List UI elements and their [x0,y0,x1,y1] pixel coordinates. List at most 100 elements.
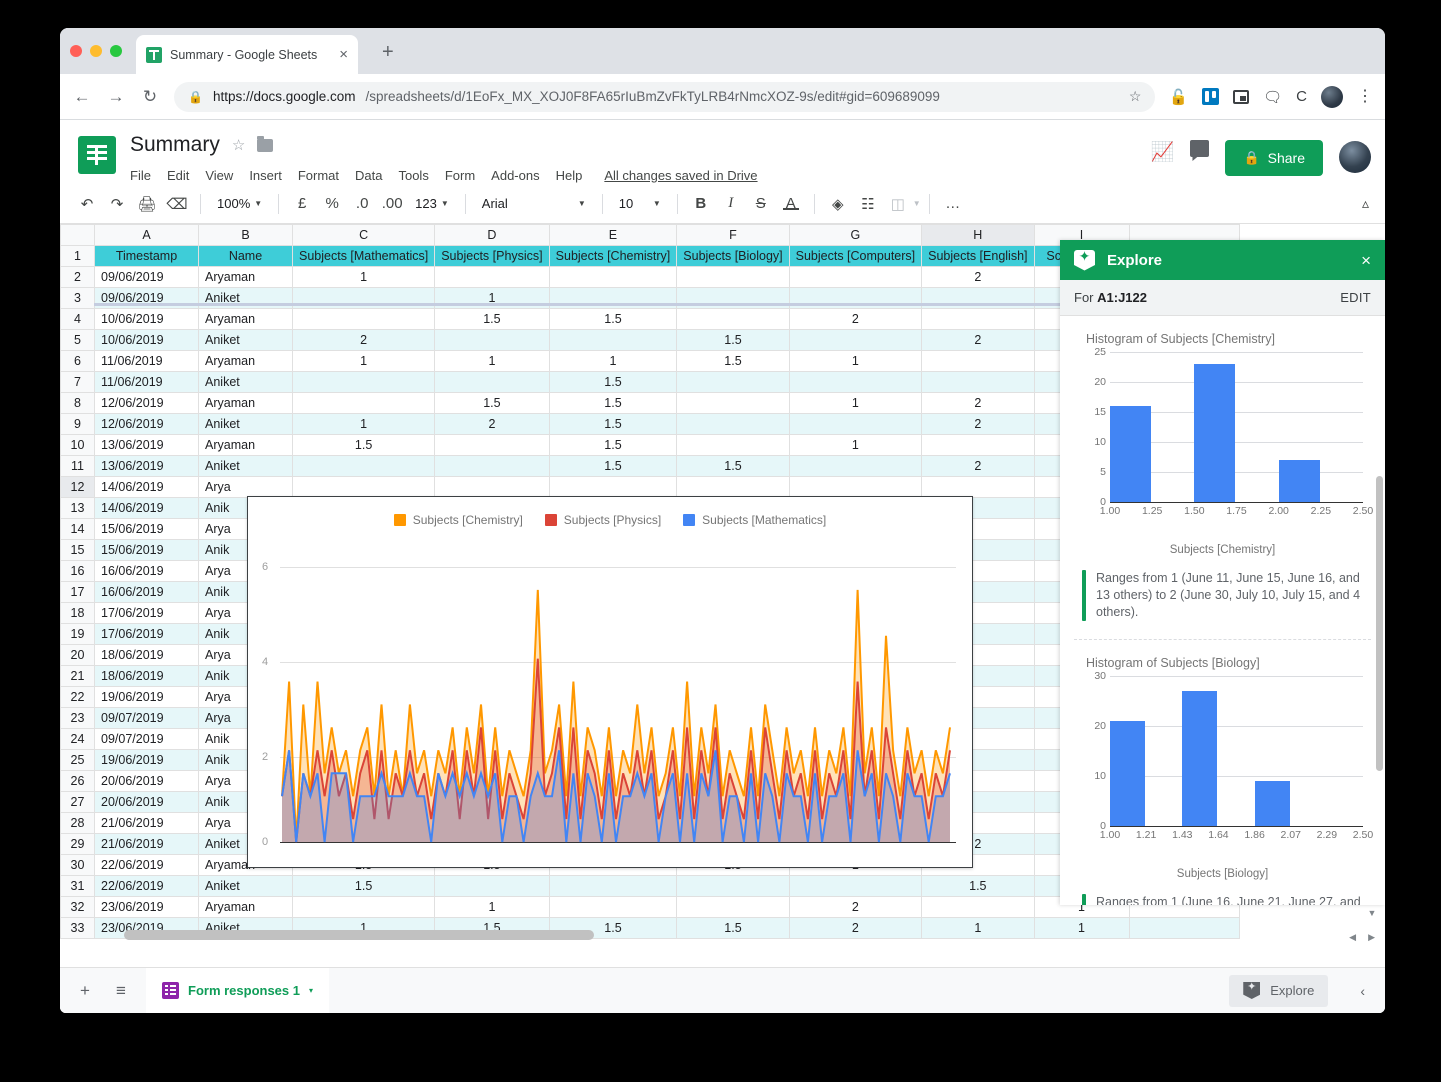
cell[interactable] [677,414,789,435]
row-header-12[interactable]: 12 [61,477,95,498]
row-header-14[interactable]: 14 [61,519,95,540]
cell[interactable]: 23/06/2019 [95,897,199,918]
menu-help[interactable]: Help [556,168,583,183]
header-computers[interactable]: Subjects [Computers] [789,246,922,267]
cell[interactable]: 21/06/2019 [95,813,199,834]
cell[interactable]: 12/06/2019 [95,414,199,435]
cell[interactable] [293,477,435,498]
cell[interactable] [789,414,922,435]
close-tab-icon[interactable]: × [339,47,348,62]
cell[interactable]: 2 [922,414,1034,435]
row-header-27[interactable]: 27 [61,792,95,813]
legend-mathematics[interactable]: Subjects [Mathematics] [683,513,826,527]
header-mathematics[interactable]: Subjects [Mathematics] [293,246,435,267]
explore-cards[interactable]: Histogram of Subjects [Chemistry] 252015… [1060,316,1385,905]
cell[interactable]: 13/06/2019 [95,435,199,456]
cell[interactable]: 21/06/2019 [95,834,199,855]
more-options-button[interactable]: … [938,195,968,212]
cell[interactable]: 16/06/2019 [95,561,199,582]
back-icon[interactable]: ← [72,87,92,107]
cell[interactable] [922,372,1034,393]
cell[interactable]: 1 [789,435,922,456]
menu-edit[interactable]: Edit [167,168,189,183]
add-sheet-button[interactable]: + [74,981,96,1001]
cell[interactable]: 20/06/2019 [95,792,199,813]
cell[interactable]: 1 [293,267,435,288]
row-header-9[interactable]: 9 [61,414,95,435]
cell[interactable]: 1.5 [677,351,789,372]
cell[interactable] [549,477,677,498]
cell[interactable]: 1.5 [677,330,789,351]
cell[interactable]: 18/06/2019 [95,645,199,666]
cell[interactable]: 1.5 [549,435,677,456]
merge-cells-button[interactable]: ◫ [883,195,913,213]
cell[interactable]: Aniket [199,456,293,477]
column-header-B[interactable]: B [199,225,293,246]
chevron-down-icon[interactable]: ▼ [913,199,921,208]
maximize-window-button[interactable] [110,45,122,57]
cell[interactable]: 11/06/2019 [95,351,199,372]
text-color-button[interactable]: A [776,195,806,212]
cell[interactable]: 22/06/2019 [95,855,199,876]
percent-format-button[interactable]: % [317,195,347,212]
row-header-23[interactable]: 23 [61,708,95,729]
cell[interactable]: 1.5 [293,876,435,897]
cell[interactable] [435,267,549,288]
cell[interactable]: 1.5 [435,309,549,330]
cell[interactable]: 09/07/2019 [95,729,199,750]
account-avatar[interactable] [1339,141,1371,173]
cell[interactable]: Aniket [199,414,293,435]
c-extension-icon[interactable]: C [1296,88,1307,105]
row-header-5[interactable]: 5 [61,330,95,351]
cell[interactable]: 1 [293,414,435,435]
horizontal-scrollbar[interactable] [96,930,1058,940]
cell[interactable] [677,876,789,897]
cell[interactable]: 11/06/2019 [95,372,199,393]
cell[interactable] [677,435,789,456]
header-timestamp[interactable]: Timestamp [95,246,199,267]
collapse-panel-icon[interactable]: ‹ [1360,983,1371,999]
cell[interactable]: 1 [293,351,435,372]
address-bar[interactable]: 🔒 https://docs.google.com/spreadsheets/d… [174,82,1155,112]
cell[interactable]: 09/06/2019 [95,267,199,288]
cell[interactable] [293,309,435,330]
row-header-24[interactable]: 24 [61,729,95,750]
cell[interactable]: 1 [789,351,922,372]
cell[interactable]: 2 [922,393,1034,414]
cell[interactable]: 10/06/2019 [95,309,199,330]
cell[interactable]: 13/06/2019 [95,456,199,477]
row-header-8[interactable]: 8 [61,393,95,414]
row-header-7[interactable]: 7 [61,372,95,393]
cell[interactable]: 18/06/2019 [95,666,199,687]
decrease-decimal-button[interactable]: .0 [347,195,377,212]
cell[interactable] [677,372,789,393]
row-header-3[interactable]: 3 [61,288,95,309]
browser-tab[interactable]: Summary - Google Sheets × [136,35,358,74]
explore-button[interactable]: Explore [1229,975,1328,1007]
cell[interactable] [677,393,789,414]
bookmark-star-icon[interactable]: ☆ [1129,88,1142,105]
row-header-28[interactable]: 28 [61,813,95,834]
increase-decimal-button[interactable]: .00 [377,195,407,212]
all-sheets-button[interactable]: ≡ [110,981,132,1001]
explore-edit-button[interactable]: EDIT [1340,290,1371,305]
row-header-22[interactable]: 22 [61,687,95,708]
cell[interactable]: 1.5 [549,393,677,414]
header-chemistry[interactable]: Subjects [Chemistry] [549,246,677,267]
cell[interactable] [922,351,1034,372]
cell[interactable] [549,267,677,288]
cell[interactable] [677,309,789,330]
reload-icon[interactable]: ↻ [140,87,160,107]
more-formats-button[interactable]: 123 ▼ [407,196,457,211]
currency-format-button[interactable]: £ [287,195,317,212]
cell[interactable]: Aniket [199,330,293,351]
sheet-tab-form-responses-1[interactable]: Form responses 1 ▾ [146,968,329,1014]
redo-button[interactable]: ↷ [102,195,132,213]
cell[interactable]: 14/06/2019 [95,498,199,519]
column-header-A[interactable]: A [95,225,199,246]
share-button[interactable]: 🔒 Share [1225,140,1323,176]
row-header-11[interactable]: 11 [61,456,95,477]
font-size-select[interactable]: 10 ▼ [611,196,669,211]
cell[interactable]: 2 [922,330,1034,351]
italic-button[interactable]: I [716,195,746,212]
